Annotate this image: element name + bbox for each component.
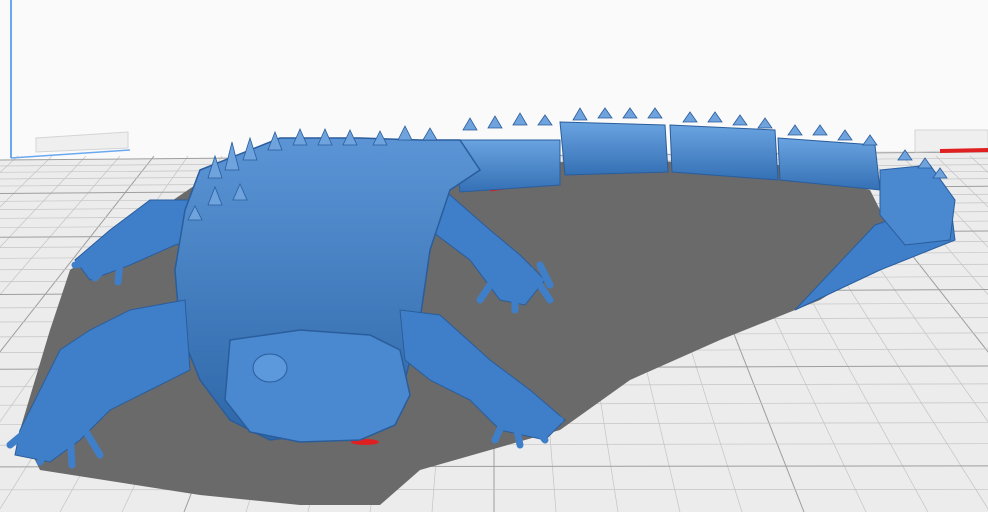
toe <box>66 426 76 469</box>
tail-segment <box>669 124 779 181</box>
axis-y-line <box>10 149 131 159</box>
scene-svg[interactable] <box>0 0 988 512</box>
model-head <box>224 329 411 443</box>
tail-segment <box>559 121 669 176</box>
toe <box>71 256 104 269</box>
toe <box>114 258 124 286</box>
toe <box>511 416 524 449</box>
axis-x-line <box>939 148 988 153</box>
build-plate-viewport[interactable] <box>0 0 988 512</box>
model-eye <box>252 353 288 383</box>
